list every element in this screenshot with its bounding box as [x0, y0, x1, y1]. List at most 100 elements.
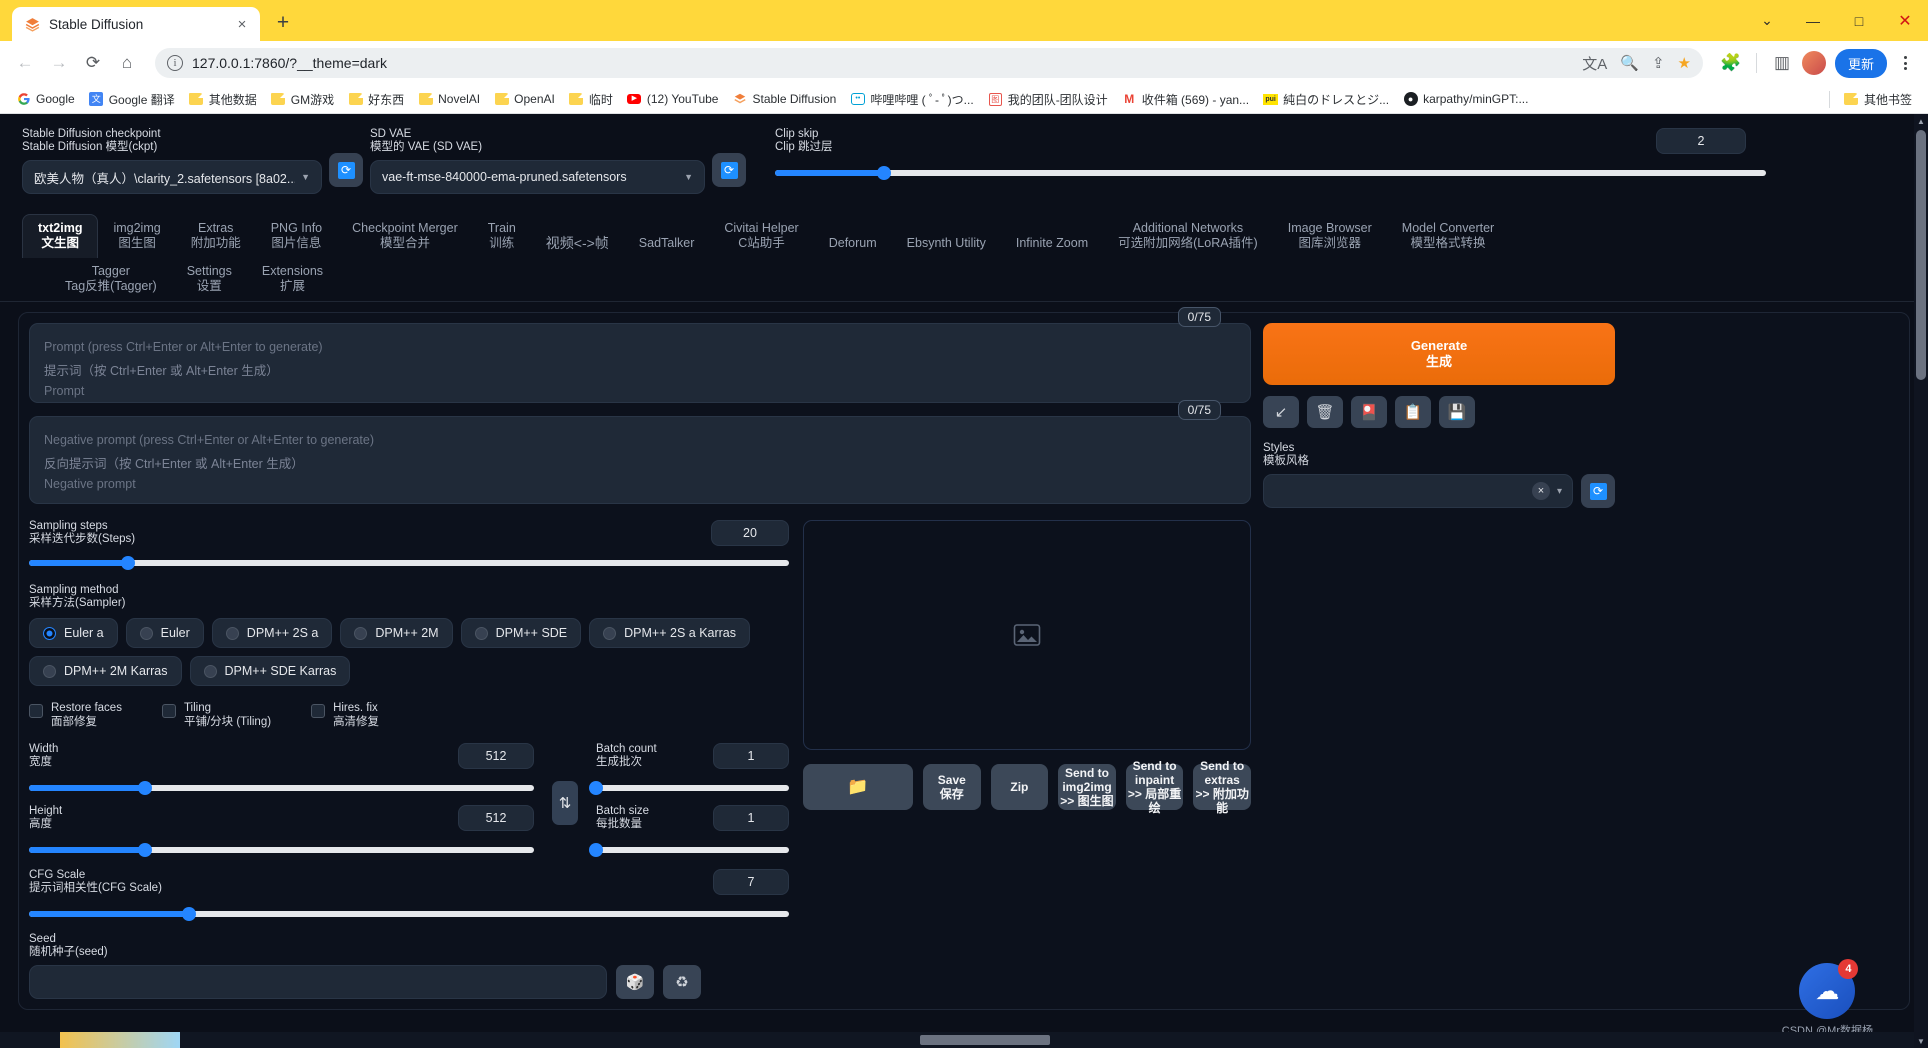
avatar[interactable]: [1801, 51, 1826, 75]
side-panel-icon[interactable]: ▥: [1767, 48, 1797, 78]
site-info-icon[interactable]: i: [167, 55, 183, 71]
height-slider[interactable]: [29, 843, 534, 857]
checkpoint-dropdown[interactable]: 欧美人物（真人）\clarity_2.safetensors [8a02... …: [22, 160, 322, 194]
home-button[interactable]: ⌂: [112, 48, 142, 78]
sampler-option-dpmpp-2m[interactable]: DPM++ 2M: [340, 618, 453, 648]
bookmark-item[interactable]: ▶ (12) YouTube: [620, 89, 726, 110]
batch-size-value[interactable]: 1: [713, 805, 789, 831]
scroll-down-arrow[interactable]: ▼: [1914, 1034, 1928, 1048]
vae-dropdown[interactable]: vae-ft-mse-840000-ema-pruned.safetensors…: [370, 160, 705, 194]
clip-skip-value[interactable]: 2: [1656, 128, 1746, 154]
tab-model-converter[interactable]: Model Converter 模型格式转换: [1387, 215, 1509, 258]
tab-sadtalker[interactable]: SadTalker: [624, 230, 710, 259]
bookmark-item[interactable]: M 收件箱 (569) - yan...: [1115, 88, 1256, 111]
tab-img2img[interactable]: img2img 图生图: [98, 215, 175, 258]
sampling-steps-slider[interactable]: [29, 556, 789, 570]
bookmark-item[interactable]: OpenAI: [487, 89, 562, 110]
tab-extensions[interactable]: Extensions 扩展: [247, 258, 338, 301]
back-button[interactable]: ←: [10, 48, 40, 78]
styles-refresh-button[interactable]: ⟳: [1581, 474, 1615, 508]
bookmark-item[interactable]: Stable Diffusion: [725, 89, 843, 110]
bookmark-item[interactable]: 其他数据: [182, 88, 264, 111]
seed-dice-button[interactable]: 🎲: [616, 965, 654, 999]
translate-icon[interactable]: 文A: [1582, 53, 1607, 74]
tab-checkpoint-merger[interactable]: Checkpoint Merger 模型合并: [337, 215, 473, 258]
width-slider[interactable]: [29, 781, 534, 795]
sampling-steps-value[interactable]: 20: [711, 520, 789, 546]
other-bookmarks-folder[interactable]: 其他书签: [1837, 88, 1919, 111]
save-style-icon[interactable]: 💾: [1439, 396, 1475, 428]
send-to-inpaint-button[interactable]: Send to inpaint >> 局部重绘: [1125, 759, 1184, 815]
scroll-up-arrow[interactable]: ▲: [1914, 114, 1928, 128]
checkbox-tiling[interactable]: Tiling 平铺/分块 (Tiling): [161, 702, 271, 729]
batch-size-slider[interactable]: [589, 843, 789, 857]
sampler-option-euler[interactable]: Euler: [125, 618, 204, 648]
tab-extras[interactable]: Extras 附加功能: [176, 215, 256, 258]
checkpoint-refresh-button[interactable]: ⟳: [329, 153, 363, 187]
bookmark-item[interactable]: ● karpathy/minGPT:...: [1396, 89, 1535, 110]
clip-skip-slider[interactable]: [775, 166, 1766, 180]
sampler-option-dpmpp-2s-a[interactable]: DPM++ 2S a: [211, 618, 333, 648]
open-folder-button[interactable]: 📁: [803, 764, 913, 810]
checkbox-restore-faces[interactable]: Restore faces 面部修复: [29, 702, 122, 729]
height-value[interactable]: 512: [458, 805, 534, 831]
styles-dropdown[interactable]: × ▾: [1263, 474, 1573, 508]
bookmark-item[interactable]: 文 Google 翻译: [82, 88, 182, 111]
generate-button[interactable]: Generate 生成: [1263, 323, 1615, 385]
bookmark-item[interactable]: NovelAI: [411, 89, 487, 110]
zip-button[interactable]: Zip: [990, 764, 1049, 810]
clear-styles-icon[interactable]: ×: [1531, 482, 1550, 500]
extensions-icon[interactable]: 🧩: [1716, 48, 1746, 78]
sampler-option-dpmpp-2m-karras[interactable]: DPM++ 2M Karras: [29, 656, 182, 686]
batch-count-value[interactable]: 1: [713, 743, 789, 769]
bookmark-item[interactable]: pui 純白のドレスとジ...: [1256, 88, 1396, 111]
bookmark-item[interactable]: 图 我的团队-团队设计: [981, 88, 1115, 111]
clipboard-icon[interactable]: 📋: [1395, 396, 1431, 428]
tab-civitai-helper[interactable]: Civitai Helper C站助手: [709, 215, 813, 258]
tab-settings[interactable]: Settings 设置: [172, 258, 247, 301]
window-restore-button[interactable]: ⌄: [1744, 0, 1790, 41]
sampler-option-dpmpp-sde[interactable]: DPM++ SDE: [460, 618, 582, 648]
browser-tab[interactable]: Stable Diffusion ×: [12, 7, 260, 41]
sampler-option-dpmpp-2s-a-karras[interactable]: DPM++ 2S a Karras: [589, 618, 751, 648]
seed-recycle-button[interactable]: ♻: [663, 965, 701, 999]
paste-extra-icon[interactable]: 🎴: [1351, 396, 1387, 428]
update-button[interactable]: 更新: [1834, 48, 1887, 78]
bookmark-item[interactable]: 好东西: [341, 88, 411, 111]
send-to-extras-button[interactable]: Send to extras >> 附加功能: [1193, 759, 1251, 815]
tab-png-info[interactable]: PNG Info 图片信息: [256, 215, 337, 258]
cloud-upload-icon[interactable]: ☁ 4: [1799, 959, 1859, 1019]
reload-button[interactable]: ⟳: [78, 48, 108, 78]
tab-train[interactable]: Train 训练: [473, 215, 531, 258]
bookmark-item[interactable]: GM游戏: [264, 88, 341, 111]
scrollbar-thumb[interactable]: [1916, 130, 1926, 380]
negative-prompt-input[interactable]: Negative prompt (press Ctrl+Enter or Alt…: [29, 416, 1251, 504]
seed-input[interactable]: [29, 965, 607, 999]
forward-button[interactable]: →: [44, 48, 74, 78]
tab-tagger[interactable]: Tagger Tag反推(Tagger): [50, 258, 172, 301]
trash-icon[interactable]: 🗑: [1307, 396, 1343, 428]
zoom-icon[interactable]: 🔍: [1620, 54, 1639, 72]
share-icon[interactable]: ⇪: [1652, 54, 1665, 72]
sampler-option-dpmpp-sde-karras[interactable]: DPM++ SDE Karras: [189, 656, 351, 686]
page-scrollbar[interactable]: ▲ ▼: [1914, 114, 1928, 1048]
tab-additional-networks[interactable]: Additional Networks 可选附加网络(LoRA插件): [1103, 215, 1273, 258]
width-value[interactable]: 512: [458, 743, 534, 769]
arrow-down-left-icon[interactable]: ↙: [1263, 396, 1299, 428]
bookmark-item[interactable]: •• 哔哩哔哩 ( ﾟ- ﾟ)つ...: [843, 88, 980, 111]
output-gallery[interactable]: [803, 520, 1251, 750]
window-maximize-button[interactable]: □: [1836, 0, 1882, 41]
send-to-img2img-button[interactable]: Send to img2img >> 图生图: [1058, 764, 1116, 810]
cfg-scale-slider[interactable]: [29, 907, 789, 921]
address-bar[interactable]: i 127.0.0.1:7860/?__theme=dark 文A 🔍 ⇪ ★: [155, 48, 1703, 78]
bookmark-star-icon[interactable]: ★: [1678, 54, 1691, 72]
swap-dimensions-button[interactable]: ⇅: [552, 781, 578, 825]
window-close-button[interactable]: ✕: [1882, 0, 1928, 41]
bookmark-item[interactable]: Google: [9, 89, 82, 110]
tab-ebsynth-utility[interactable]: Ebsynth Utility: [892, 230, 1001, 259]
tab-infinite-zoom[interactable]: Infinite Zoom: [1001, 230, 1103, 259]
tab-txt2img[interactable]: txt2img 文生图: [22, 214, 99, 258]
sampler-option-euler-a[interactable]: Euler a: [29, 618, 118, 648]
close-tab-icon[interactable]: ×: [232, 14, 252, 34]
bookmark-item[interactable]: 临时: [562, 88, 620, 111]
